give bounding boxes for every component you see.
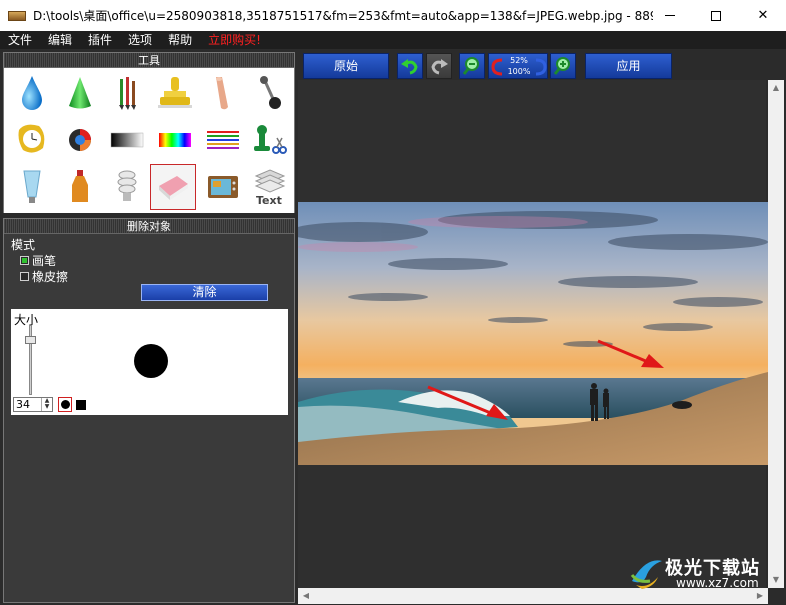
maximize-button[interactable] (693, 0, 739, 31)
menu-edit[interactable]: 编辑 (40, 31, 80, 49)
pin-icon[interactable] (247, 70, 293, 116)
close-button[interactable]: ✕ (740, 0, 786, 31)
magnifier-minus-icon (462, 57, 479, 75)
zoom-level-control[interactable]: 52% 100% (488, 53, 548, 79)
window-title: D:\tools\桌面\office\u=2580903818,35187515… (33, 9, 653, 23)
tools-grid: Text (4, 68, 294, 213)
close-icon: ✕ (757, 8, 769, 23)
zoom-right-arrow-icon (535, 58, 547, 76)
menu-file[interactable]: 文件 (0, 31, 40, 49)
original-button[interactable]: 原始 (303, 53, 389, 79)
square-brush-button[interactable] (76, 400, 86, 410)
erase-panel-title: 删除对象 (4, 219, 294, 234)
title-bar: D:\tools\桌面\office\u=2580903818,35187515… (0, 0, 786, 31)
watermark-url: www.xz7.com (676, 576, 759, 590)
eraser-checkbox[interactable] (20, 272, 29, 281)
brush-preview (134, 344, 168, 378)
text-layers-icon[interactable]: Text (247, 164, 293, 210)
tube-icon[interactable] (9, 164, 55, 210)
color-wheel-icon[interactable] (57, 117, 103, 163)
tools-panel: 工具 Text (3, 52, 295, 213)
menu-help[interactable]: 帮助 (160, 31, 200, 49)
menu-options[interactable]: 选项 (120, 31, 160, 49)
menu-plugins[interactable]: 插件 (80, 31, 120, 49)
zoom-percent-current: 52% (510, 56, 528, 65)
brush-checkbox[interactable] (20, 256, 29, 265)
image-canvas[interactable] (298, 80, 768, 588)
spectrum-icon[interactable] (152, 117, 198, 163)
size-box: 大小 34 ▲ ▼ (11, 309, 288, 415)
app-window: D:\tools\桌面\office\u=2580903818,35187515… (0, 0, 786, 605)
redo-button[interactable] (426, 53, 452, 79)
clock-icon[interactable] (9, 117, 55, 163)
menu-bar: 文件 编辑 插件 选项 帮助 立即购买! (0, 31, 786, 49)
circle-icon (60, 400, 70, 409)
water-drop-icon[interactable] (9, 70, 55, 116)
tools-panel-title: 工具 (4, 53, 294, 68)
size-label: 大小 (14, 313, 39, 327)
minimize-button[interactable] (647, 0, 693, 31)
scroll-up-icon[interactable]: ▲ (768, 80, 784, 96)
erase-object-panel: 删除对象 模式 画笔 橡皮擦 清除 大小 34 ▲ ▼ (3, 218, 295, 603)
gradient-icon[interactable] (104, 117, 150, 163)
maximize-icon (711, 10, 721, 21)
bottle-icon[interactable] (57, 164, 103, 210)
app-icon (8, 10, 26, 21)
eraser-option-label[interactable]: 橡皮擦 (32, 268, 68, 285)
clip-scissors-icon[interactable] (247, 117, 293, 163)
size-spinner[interactable]: ▲ ▼ (41, 398, 52, 411)
beach-photo[interactable] (298, 202, 768, 465)
watermark: 极光下载站 www.xz7.com (628, 553, 778, 593)
size-slider-thumb[interactable] (25, 336, 36, 344)
redo-icon (431, 59, 448, 75)
magnifier-plus-icon (553, 57, 570, 75)
finger-icon[interactable] (200, 70, 246, 116)
brush-option-label[interactable]: 画笔 (32, 252, 56, 269)
stamp-icon[interactable] (152, 70, 198, 116)
brushes-icon[interactable] (104, 70, 150, 116)
zoom-readout: 52% 100% (505, 55, 533, 77)
menu-buy-now[interactable]: 立即购买! (200, 31, 269, 49)
vertical-scrollbar[interactable]: ▲ ▼ (768, 80, 784, 588)
zoom-percent-full: 100% (507, 67, 531, 76)
cone-icon[interactable] (57, 70, 103, 116)
zoom-out-button[interactable] (459, 53, 485, 79)
eraser-icon[interactable] (150, 164, 196, 210)
mode-label: 模式 (11, 238, 36, 252)
round-brush-button[interactable] (58, 397, 72, 412)
undo-icon (401, 59, 418, 75)
erase-panel-body: 模式 画笔 橡皮擦 清除 大小 34 ▲ ▼ (4, 234, 294, 602)
text-tool-label: Text (256, 194, 282, 207)
lamp-icon[interactable] (104, 164, 150, 210)
tv-icon[interactable] (200, 164, 246, 210)
minimize-icon (665, 15, 675, 16)
watermark-logo-icon (630, 560, 662, 589)
zoom-left-arrow-icon (491, 58, 503, 76)
toolbar: 原始 52% 100% 应用 (298, 52, 786, 80)
clear-button[interactable]: 清除 (141, 284, 268, 301)
undo-button[interactable] (397, 53, 423, 79)
apply-button[interactable]: 应用 (585, 53, 672, 79)
zoom-in-button[interactable] (550, 53, 576, 79)
scroll-left-icon[interactable]: ◀ (298, 588, 314, 604)
lines-icon[interactable] (200, 117, 246, 163)
